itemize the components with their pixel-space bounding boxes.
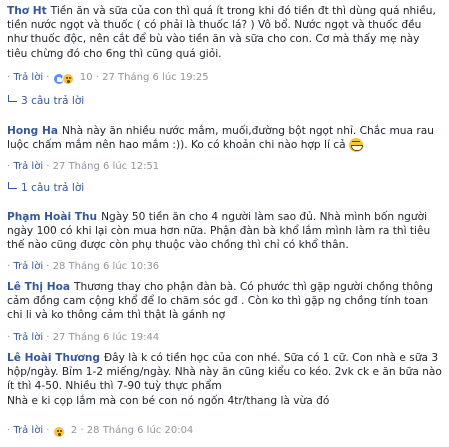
comment-author[interactable]: Phạm Hoài Thu — [7, 211, 97, 223]
comment: Lê Thị Hoa Thương thay cho phận đàn bà. C… — [7, 280, 443, 343]
timestamp[interactable]: 27 Tháng 6 lúc 12:51 — [53, 161, 160, 172]
comment-author[interactable]: Thơ Ht — [7, 5, 47, 17]
reply-link[interactable]: Trả lời — [13, 261, 43, 272]
reply-arrow-icon — [8, 95, 17, 102]
comment-author[interactable]: Lê Thị Hoa — [7, 281, 70, 293]
timestamp[interactable]: 28 Tháng 6 lúc 20:04 — [87, 425, 194, 436]
reply-link[interactable]: Trả lời — [13, 72, 43, 83]
comment-text: Hong Ha Nhà này ăn nhiều nước mắm, muối,đ… — [7, 124, 443, 153]
wow-reaction-icon — [61, 73, 74, 85]
comment-meta: · Trả lời · 27 Tháng 6 lúc 19:44 — [7, 332, 160, 343]
comment-body: Thương thay cho phận đàn bà. Có phước th… — [7, 281, 433, 322]
comment-text: Lê Hoài Thương Đây là k có tiền học của c… — [7, 351, 443, 394]
timestamp[interactable]: 28 Tháng 6 lúc 10:36 — [53, 261, 160, 272]
comment-author[interactable]: Lê Hoài Thương — [7, 352, 100, 364]
reaction-count: 2 — [70, 425, 78, 436]
comment: Lê Hoài Thương Đây là k có tiền học của c… — [7, 351, 443, 438]
reactions[interactable] — [52, 426, 65, 438]
timestamp[interactable]: 27 Tháng 6 lúc 19:44 — [53, 332, 160, 343]
comment-meta: · Trả lời · 2 · 28 Tháng 6 lúc 20:04 — [7, 425, 194, 438]
view-replies-link[interactable]: 1 câu trả lời — [8, 182, 84, 194]
timestamp[interactable]: 27 Tháng 6 lúc 19:25 — [102, 72, 209, 83]
reply-link[interactable]: Trả lời — [13, 332, 43, 343]
comment: Phạm Hoài Thu Ngày 50 tiền ăn cho 4 người… — [7, 210, 443, 272]
reaction-count: 10 — [79, 72, 93, 83]
comment-meta: · Trả lời · 28 Tháng 6 lúc 10:36 — [7, 261, 160, 272]
reply-link[interactable]: Trả lời — [13, 425, 43, 436]
comment-body: Nhà này ăn nhiều nước mắm, muối,đường bộ… — [7, 125, 434, 152]
comment-text: Thơ Ht Tiền ăn và sữa của con thì quá ít … — [7, 4, 443, 61]
grinning-emoji-icon — [348, 138, 363, 153]
reactions[interactable] — [52, 73, 74, 85]
view-replies-link[interactable]: 3 câu trả lời — [8, 95, 84, 107]
comment-body: Tiền ăn và sữa của con thì quá ít trong … — [7, 5, 436, 60]
comment: Thơ Ht Tiền ăn và sữa của con thì quá ít … — [7, 4, 443, 85]
comment-meta: · Trả lời · 27 Tháng 6 lúc 12:51 — [7, 161, 160, 172]
wow-reaction-icon — [52, 426, 65, 438]
reply-arrow-icon — [8, 182, 17, 189]
comment-text: Lê Thị Hoa Thương thay cho phận đàn bà. C… — [7, 280, 443, 323]
comment-author[interactable]: Hong Ha — [7, 125, 58, 137]
comment-text-line: Nhà e ki cọp lắm mà con bé con nó ngốn 4… — [7, 394, 330, 407]
reply-link[interactable]: Trả lời — [13, 161, 43, 172]
comment-meta: · Trả lời · 10 · 27 Tháng 6 lúc 19:25 — [7, 72, 209, 85]
comment-text: Phạm Hoài Thu Ngày 50 tiền ăn cho 4 người… — [7, 210, 443, 253]
comment: Hong Ha Nhà này ăn nhiều nước mắm, muối,đ… — [7, 124, 443, 172]
